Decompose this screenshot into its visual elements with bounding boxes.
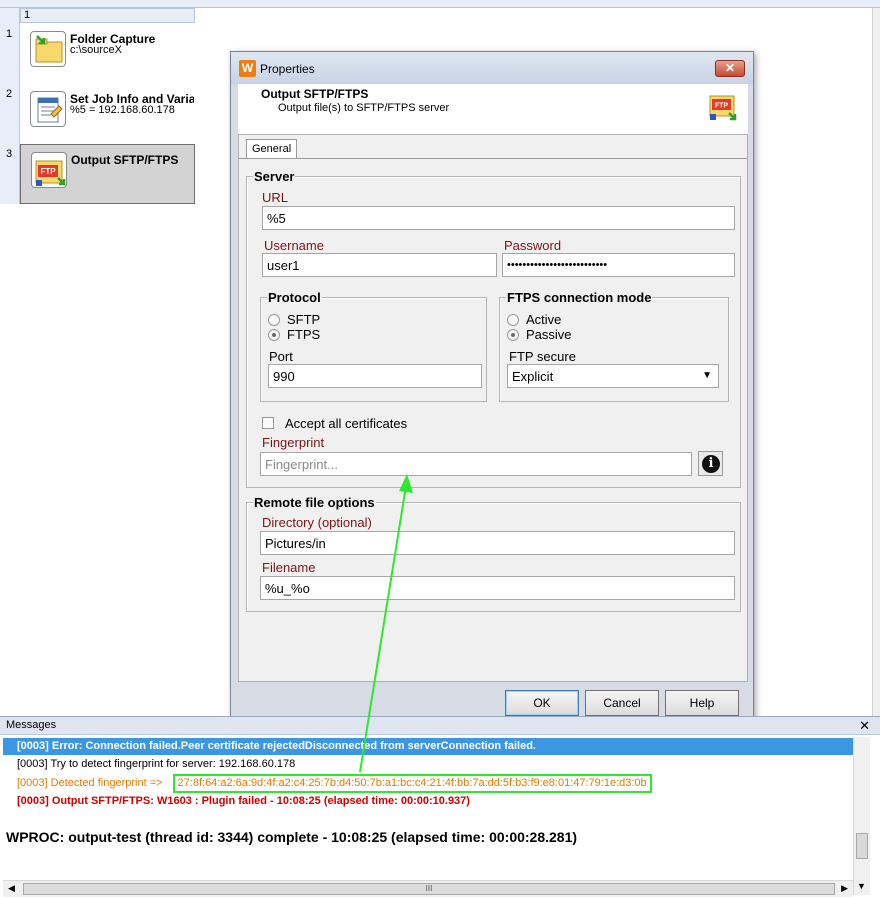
dialog-title-bar[interactable]: W Properties ✕ xyxy=(231,52,753,84)
radio-button[interactable] xyxy=(268,313,280,326)
workflow-top-bar xyxy=(0,0,880,8)
row-gutter: 1 2 3 xyxy=(0,8,20,204)
scroll-down-icon[interactable]: ▼ xyxy=(857,881,866,891)
dialog-body: General Server URL %5 Username user1 Pas… xyxy=(238,134,748,682)
message-line[interactable]: [0003] Try to detect fingerprint for ser… xyxy=(3,756,853,773)
close-icon[interactable]: ✕ xyxy=(715,60,745,77)
port-label: Port xyxy=(269,349,293,364)
directory-field[interactable]: Pictures/in xyxy=(260,531,735,555)
step-subtitle: c:\sourceX xyxy=(70,44,122,56)
cancel-button[interactable]: Cancel xyxy=(585,690,659,716)
messages-title: Messages xyxy=(6,719,57,731)
filename-label: Filename xyxy=(262,560,316,575)
url-field[interactable]: %5 xyxy=(262,206,735,230)
port-field[interactable]: 990 xyxy=(268,364,482,388)
scroll-left-icon[interactable]: ◀ xyxy=(8,883,15,894)
message-line[interactable]: WPROC: output-test (thread id: 3344) com… xyxy=(3,826,853,848)
radio-button[interactable] xyxy=(268,328,280,341)
column-header: 1 xyxy=(20,8,195,23)
ftp-secure-value: Explicit xyxy=(512,369,554,384)
message-text: [0003] Detected fingerprint => xyxy=(17,777,163,789)
fingerprint-value: 27:8f:64:a2:6a:9d:4f:a2:c4:25:7b:d4:50:7… xyxy=(172,774,652,793)
message-line-fingerprint[interactable]: [0003] Detected fingerprint => 27:8f:64:a… xyxy=(3,774,853,793)
password-label: Password xyxy=(504,238,562,253)
close-icon[interactable]: ✕ xyxy=(859,718,870,734)
fingerprint-label: Fingerprint xyxy=(262,435,325,450)
vertical-scrollbar[interactable]: ▼ xyxy=(853,737,870,895)
row-number: 3 xyxy=(6,148,13,160)
header-subtitle: Output file(s) to SFTP/FTPS server xyxy=(278,102,450,114)
app-logo-icon: W xyxy=(239,60,256,77)
ftps-mode-group: FTPS connection mode Active Passive FTP … xyxy=(499,290,729,402)
radio-label: Active xyxy=(526,312,562,327)
radio-button[interactable] xyxy=(507,328,519,341)
messages-panel: Messages ✕ [0003] Error: Connection fail… xyxy=(0,716,880,899)
remote-legend: Remote file options xyxy=(253,495,376,510)
radio-label: SFTP xyxy=(287,312,321,327)
dropdown-arrow-icon: ▼ xyxy=(702,370,712,381)
message-line[interactable]: [0003] Error: Connection failed.Peer cer… xyxy=(3,738,853,755)
protocol-group: Protocol SFTP FTPS Port 990 xyxy=(260,290,487,402)
server-group: Server URL %5 Username user1 Password ••… xyxy=(246,169,741,488)
radio-active[interactable]: Active xyxy=(507,312,561,327)
radio-ftps[interactable]: FTPS xyxy=(268,327,320,342)
ok-button[interactable]: OK xyxy=(505,690,579,716)
message-line[interactable]: [0003] Output SFTP/FTPS: W1603 : Plugin … xyxy=(3,793,853,810)
workflow-step-output-sftp[interactable]: FTP Output SFTP/FTPS xyxy=(20,144,195,204)
properties-dialog: W Properties ✕ Output SFTP/FTPS Output f… xyxy=(230,51,754,727)
fingerprint-input[interactable]: Fingerprint... xyxy=(260,452,692,476)
messages-title-bar: Messages ✕ xyxy=(0,717,880,735)
ftp-output-icon: FTP xyxy=(31,152,67,188)
radio-passive[interactable]: Passive xyxy=(507,327,572,342)
dialog-header: Output SFTP/FTPS Output file(s) to SFTP/… xyxy=(238,84,748,134)
tab-general[interactable]: General xyxy=(246,139,298,159)
accept-certificates-label: Accept all certificates xyxy=(285,416,408,431)
step-subtitle: %5 = 192.168.60.178 xyxy=(70,104,175,116)
workflow-scrollbar[interactable] xyxy=(872,8,880,716)
dialog-title: Properties xyxy=(260,62,315,76)
directory-label: Directory (optional) xyxy=(262,515,372,530)
scrollbar-thumb[interactable]: III xyxy=(23,883,835,895)
svg-text:FTP: FTP xyxy=(40,167,56,176)
radio-button[interactable] xyxy=(507,313,519,326)
username-field[interactable]: user1 xyxy=(262,253,497,277)
password-field[interactable]: •••••••••••••••••••••••••• xyxy=(502,253,735,277)
url-label: URL xyxy=(262,190,289,205)
step-title: Output SFTP/FTPS xyxy=(71,153,179,167)
radio-label: Passive xyxy=(526,327,572,342)
ftp-server-icon: FTP xyxy=(709,95,737,121)
remote-file-options-group: Remote file options Directory (optional)… xyxy=(246,495,741,612)
scrollbar-thumb[interactable] xyxy=(856,833,868,859)
protocol-legend: Protocol xyxy=(267,290,322,305)
horizontal-scrollbar[interactable]: ◀ III ▶ xyxy=(3,880,853,897)
username-label: Username xyxy=(264,238,324,253)
info-icon: i xyxy=(702,455,720,473)
ftp-secure-select[interactable]: Explicit ▼ xyxy=(507,364,719,388)
row-number: 2 xyxy=(6,88,13,100)
tab-divider xyxy=(239,158,747,159)
radio-sftp[interactable]: SFTP xyxy=(268,312,320,327)
radio-label: FTPS xyxy=(287,327,321,342)
messages-list[interactable]: [0003] Error: Connection failed.Peer cer… xyxy=(3,737,853,880)
ftps-mode-legend: FTPS connection mode xyxy=(506,290,653,305)
server-legend: Server xyxy=(253,169,296,184)
accept-certificates-checkbox[interactable] xyxy=(262,417,274,429)
workflow-step-set-job-info[interactable]: Set Job Info and Varia %5 = 192.168.60.1… xyxy=(20,84,195,144)
row-number: 1 xyxy=(6,28,13,40)
ftp-badge-text: FTP xyxy=(715,103,729,110)
workflow-step-folder-capture[interactable]: Folder Capture c:\sourceX xyxy=(20,24,195,84)
fingerprint-info-button[interactable]: i xyxy=(698,451,723,476)
job-info-icon xyxy=(30,91,66,127)
folder-capture-icon xyxy=(30,31,66,67)
scroll-right-icon[interactable]: ▶ xyxy=(841,883,848,894)
header-title: Output SFTP/FTPS xyxy=(261,87,369,101)
ftp-secure-label: FTP secure xyxy=(509,349,576,364)
help-button[interactable]: Help xyxy=(665,690,739,716)
filename-field[interactable]: %u_%o xyxy=(260,576,735,600)
